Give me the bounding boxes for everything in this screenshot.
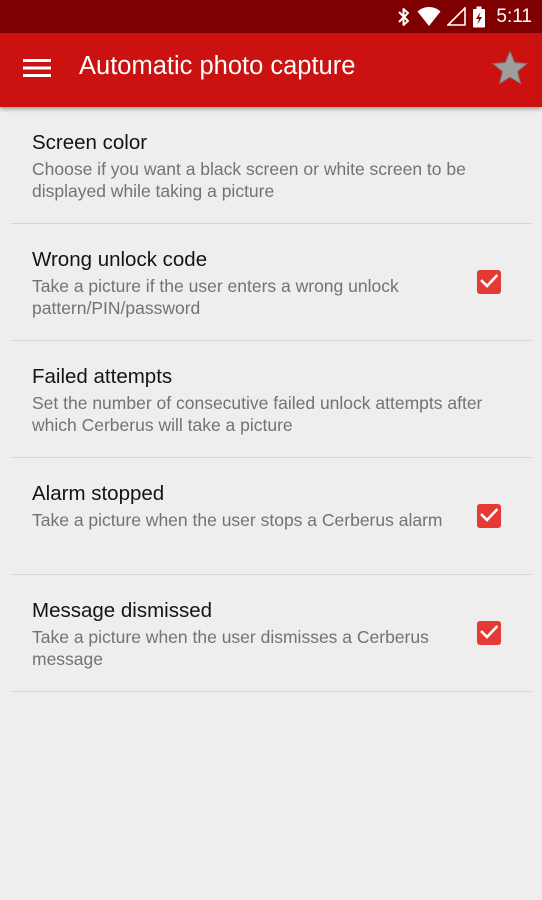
alarm-stopped-checkbox[interactable] — [477, 504, 501, 528]
wrong-unlock-code-checkbox[interactable] — [477, 270, 501, 294]
setting-failed-attempts[interactable]: Failed attempts Set the number of consec… — [0, 341, 542, 458]
message-dismissed-checkbox[interactable] — [477, 621, 501, 645]
checkmark-icon — [480, 273, 499, 292]
setting-title: Failed attempts — [32, 365, 173, 388]
app-bar: Automatic photo capture — [0, 33, 542, 107]
setting-summary: Take a picture when the user stops a Cer… — [32, 510, 443, 530]
setting-title: Alarm stopped — [32, 482, 165, 505]
setting-summary: Choose if you want a black screen or whi… — [32, 159, 466, 201]
star-icon — [491, 50, 529, 90]
setting-summary: Take a picture when the user dismisses a… — [32, 627, 429, 669]
status-icons: 5:11 — [397, 0, 532, 33]
setting-summary: Set the number of consecutive failed unl… — [32, 393, 483, 435]
wifi-icon — [417, 6, 441, 27]
status-bar: 5:11 — [0, 0, 542, 33]
menu-button[interactable] — [18, 53, 56, 87]
checkmark-icon — [480, 624, 499, 643]
battery-charging-icon — [472, 6, 486, 28]
cell-signal-icon — [447, 7, 467, 26]
checkmark-icon — [480, 507, 499, 526]
settings-list: Screen color Choose if you want a black … — [0, 107, 542, 692]
setting-summary: Take a picture if the user enters a wron… — [32, 276, 399, 318]
setting-alarm-stopped[interactable]: Alarm stopped Take a picture when the us… — [0, 458, 542, 575]
setting-title: Message dismissed — [32, 599, 213, 622]
setting-message-dismissed[interactable]: Message dismissed Take a picture when th… — [0, 575, 542, 692]
setting-title: Screen color — [32, 131, 148, 154]
favorite-button[interactable] — [490, 50, 530, 90]
page-title: Automatic photo capture — [79, 52, 356, 80]
status-time: 5:11 — [496, 5, 532, 27]
setting-wrong-unlock-code[interactable]: Wrong unlock code Take a picture if the … — [0, 224, 542, 341]
setting-screen-color[interactable]: Screen color Choose if you want a black … — [0, 107, 542, 224]
bluetooth-icon — [397, 7, 411, 27]
setting-title: Wrong unlock code — [32, 248, 208, 271]
hamburger-menu-icon — [23, 58, 51, 82]
